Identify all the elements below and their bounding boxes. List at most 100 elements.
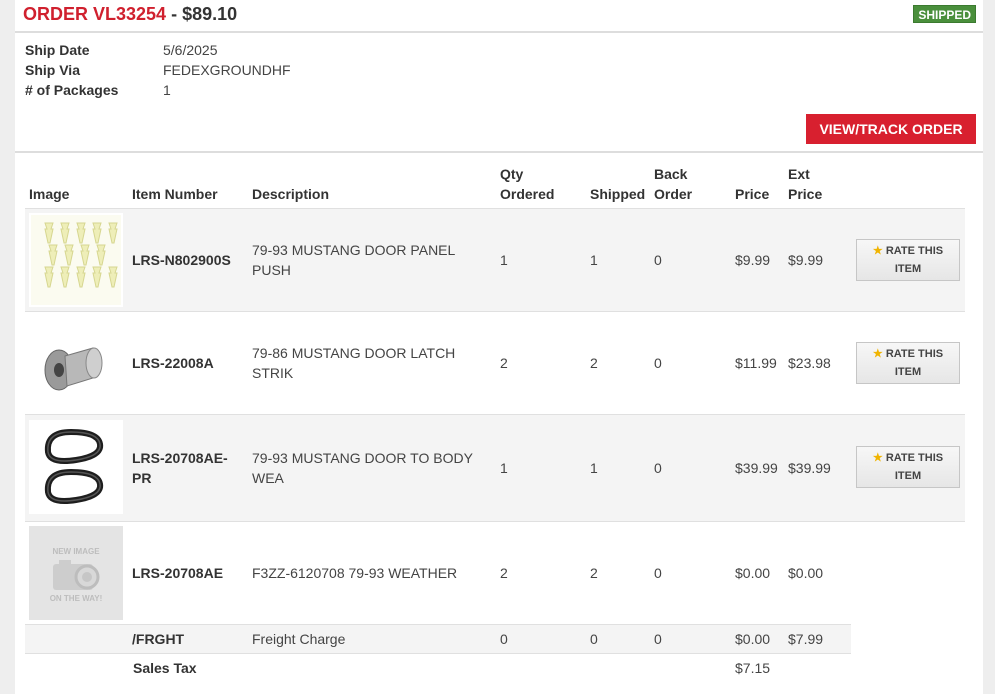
table-row: LRS-22008A 79-86 MUSTANG DOOR LATCH STRIK… bbox=[25, 312, 965, 415]
star-icon: ★ bbox=[872, 245, 883, 257]
back-order: 0 bbox=[654, 252, 662, 268]
rate-label-line1: RATE THIS bbox=[885, 452, 944, 464]
shipment-meta: Ship Date 5/6/2025 Ship Via FEDEXGROUNDHF … bbox=[25, 42, 291, 102]
item-number[interactable]: LRS-20708AE bbox=[132, 563, 223, 583]
order-detail-panel: ORDER VL33254 - $89.10 SHIPPED Ship Date… bbox=[15, 0, 983, 694]
placeholder-text-line2: ON THE WAY! bbox=[50, 594, 103, 603]
order-header: ORDER VL33254 - $89.10 SHIPPED bbox=[23, 2, 976, 30]
order-number: ORDER VL33254 bbox=[23, 4, 167, 24]
meta-label: Ship Via bbox=[25, 62, 80, 78]
back-order: 0 bbox=[654, 355, 662, 371]
order-title-separator: - bbox=[166, 4, 183, 24]
freight-shipped: 0 bbox=[590, 631, 598, 647]
rate-item-button[interactable]: ★ RATE THIS ITEM bbox=[856, 239, 960, 281]
rate-label-line2: ITEM bbox=[894, 366, 922, 378]
freight-ext-price: $7.99 bbox=[788, 631, 824, 647]
item-number[interactable]: LRS-N802900S bbox=[132, 250, 231, 270]
column-header-ext-price-line1: Ext bbox=[788, 166, 810, 182]
column-header-image: Image bbox=[29, 186, 70, 202]
qty-shipped: 1 bbox=[590, 460, 598, 476]
column-header-back-order-line2: Order bbox=[654, 186, 693, 202]
item-description: 79-93 MUSTANG DOOR TO BODY WEA bbox=[252, 448, 473, 488]
order-title: ORDER VL33254 - $89.10 bbox=[23, 4, 237, 25]
freight-description: Freight Charge bbox=[252, 631, 346, 647]
meta-packages: # of Packages 1 bbox=[25, 82, 291, 102]
column-header-ext-price-line2: Price bbox=[788, 186, 823, 202]
ext-price: $23.98 bbox=[788, 355, 831, 371]
sales-tax-row: Sales Tax $7.15 bbox=[25, 654, 851, 682]
description-line: 79-86 MUSTANG DOOR LATCH bbox=[252, 345, 456, 361]
order-amount: $89.10 bbox=[182, 4, 238, 24]
description-line: PUSH bbox=[252, 262, 291, 278]
meta-ship-date: Ship Date 5/6/2025 bbox=[25, 42, 291, 62]
description-line: STRIK bbox=[252, 365, 294, 381]
star-icon: ★ bbox=[872, 452, 883, 464]
rate-item-button[interactable]: ★ RATE THIS ITEM bbox=[856, 342, 960, 384]
meta-value: 5/6/2025 bbox=[163, 42, 218, 58]
item-description: 79-86 MUSTANG DOOR LATCH STRIK bbox=[252, 343, 455, 383]
product-image-door-panel-push[interactable] bbox=[29, 213, 123, 307]
meta-value: 1 bbox=[163, 82, 171, 98]
rate-label-line2: ITEM bbox=[894, 470, 922, 482]
freight-item-number: /FRGHT bbox=[132, 631, 185, 647]
unit-price: $11.99 bbox=[735, 355, 777, 371]
description-line: 79-93 MUSTANG DOOR TO BODY bbox=[252, 450, 473, 466]
qty-shipped: 2 bbox=[590, 355, 598, 371]
qty-ordered: 1 bbox=[500, 252, 508, 268]
placeholder-image: NEW IMAGE ON THE WAY! bbox=[29, 526, 123, 620]
camera-placeholder-icon: NEW IMAGE ON THE WAY! bbox=[50, 547, 103, 603]
view-track-order-button[interactable]: VIEW/TRACK ORDER bbox=[806, 114, 976, 144]
product-image-door-latch-striker[interactable] bbox=[29, 316, 123, 410]
unit-price: $9.99 bbox=[735, 252, 771, 268]
column-header-description: Description bbox=[252, 186, 330, 202]
sales-tax-amount: $7.15 bbox=[735, 660, 771, 676]
column-header-qty-line2: Ordered bbox=[500, 186, 555, 202]
item-number[interactable]: LRS-22008A bbox=[132, 353, 214, 373]
freight-row: /FRGHT Freight Charge 0 0 0 $0.00 $7.99 bbox=[25, 625, 851, 654]
column-header-qty-line1: Qty bbox=[500, 166, 524, 182]
unit-price: $0.00 bbox=[735, 565, 771, 581]
qty-ordered: 2 bbox=[500, 355, 508, 371]
table-row: LRS-20708AE- PR 79-93 MUSTANG DOOR TO BOD… bbox=[25, 415, 965, 522]
unit-price: $39.99 bbox=[735, 460, 778, 476]
meta-label: # of Packages bbox=[25, 82, 119, 98]
placeholder-text-line1: NEW IMAGE bbox=[52, 547, 100, 556]
item-number[interactable]: LRS-20708AE- PR bbox=[132, 448, 228, 488]
item-description: F3ZZ-6120708 79-93 WEATHER bbox=[252, 565, 458, 581]
freight-price: $0.00 bbox=[735, 631, 771, 647]
item-number-line: LRS-20708AE- bbox=[132, 450, 228, 466]
table-row: LRS-N802900S 79-93 MUSTANG DOOR PANEL PUS… bbox=[25, 209, 965, 312]
description-line: WEA bbox=[252, 470, 284, 486]
ext-price: $9.99 bbox=[788, 252, 824, 268]
header-divider bbox=[15, 31, 983, 33]
item-description: 79-93 MUSTANG DOOR PANEL PUSH bbox=[252, 240, 455, 280]
meta-label: Ship Date bbox=[25, 42, 90, 58]
rate-label-line2: ITEM bbox=[894, 263, 922, 275]
back-order: 0 bbox=[654, 460, 662, 476]
rate-item-button[interactable]: ★ RATE THIS ITEM bbox=[856, 446, 960, 488]
weatherstrip-icon bbox=[44, 428, 104, 504]
qty-ordered: 1 bbox=[500, 460, 508, 476]
freight-qty: 0 bbox=[500, 631, 508, 647]
ext-price: $0.00 bbox=[788, 565, 824, 581]
star-icon: ★ bbox=[872, 348, 883, 360]
status-badge: SHIPPED bbox=[913, 5, 976, 23]
table-row: NEW IMAGE ON THE WAY! LRS-20708AE F3ZZ-6… bbox=[25, 522, 851, 625]
rate-label-line1: RATE THIS bbox=[885, 348, 944, 360]
meta-value: FEDEXGROUNDHF bbox=[163, 62, 291, 78]
qty-shipped: 2 bbox=[590, 565, 598, 581]
column-header-back-order-line1: Back bbox=[654, 166, 688, 182]
sales-tax-label: Sales Tax bbox=[133, 660, 197, 676]
qty-ordered: 2 bbox=[500, 565, 508, 581]
back-order: 0 bbox=[654, 565, 662, 581]
item-number-line: PR bbox=[132, 470, 152, 486]
product-image-door-weatherstrip[interactable] bbox=[29, 420, 123, 514]
meta-ship-via: Ship Via FEDEXGROUNDHF bbox=[25, 62, 291, 82]
qty-shipped: 1 bbox=[590, 252, 598, 268]
section-divider bbox=[15, 151, 983, 153]
freight-back-order: 0 bbox=[654, 631, 662, 647]
ext-price: $39.99 bbox=[788, 460, 831, 476]
latch-striker-icon bbox=[44, 347, 103, 391]
description-line: 79-93 MUSTANG DOOR PANEL bbox=[252, 242, 456, 258]
column-header-shipped: Shipped bbox=[590, 186, 646, 202]
